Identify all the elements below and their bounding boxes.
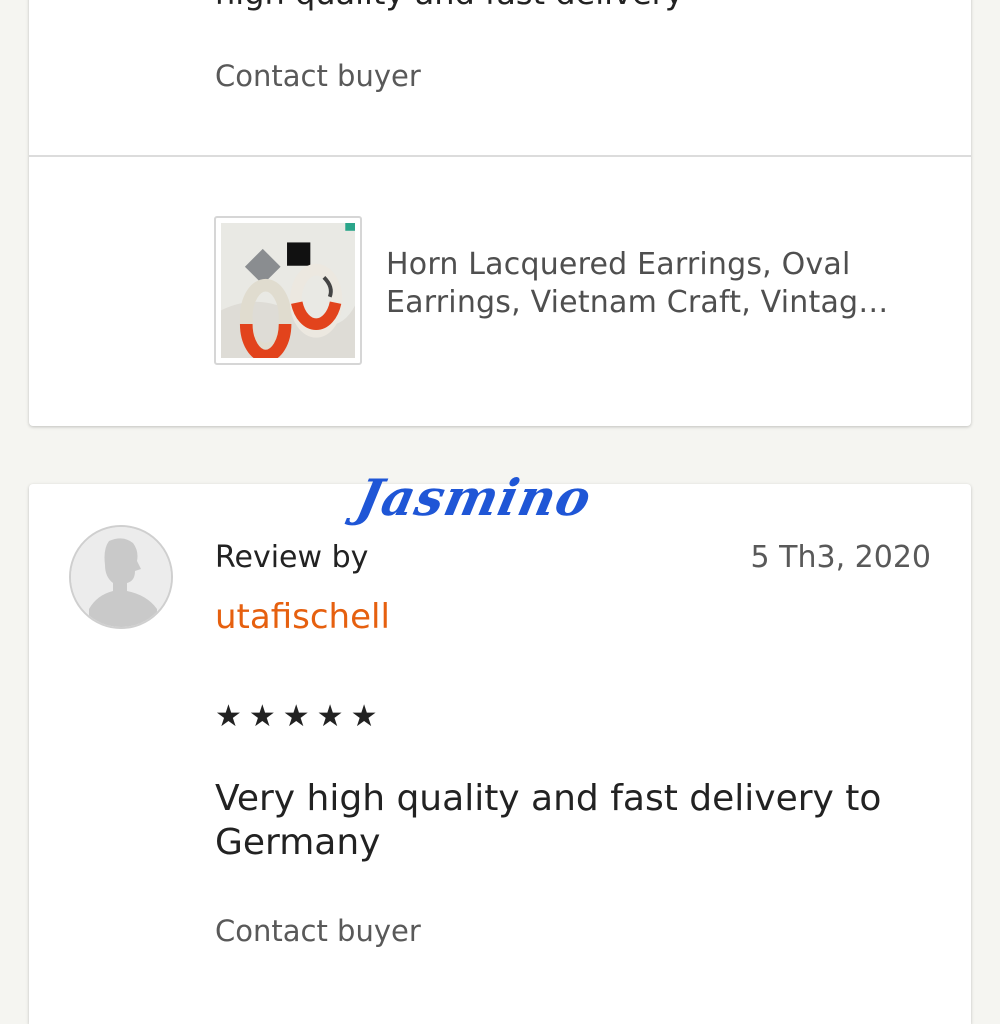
- default-user-avatar-icon: [71, 527, 171, 627]
- contact-buyer-link[interactable]: Contact buyer: [215, 914, 421, 948]
- listing-thumbnail[interactable]: [214, 216, 362, 365]
- review-card: Review by 5 Th3, 2020 utafischell ★★★★★ …: [29, 484, 971, 1024]
- card-divider: [29, 155, 971, 157]
- watermark-logo: Jasmino: [351, 468, 598, 527]
- listing-title-link[interactable]: Horn Lacquered Earrings, Oval Earrings, …: [386, 246, 926, 322]
- review-date: 5 Th3, 2020: [750, 540, 931, 575]
- star-rating: ★★★★★: [215, 699, 385, 734]
- review-by-label: Review by: [215, 540, 369, 575]
- review-text: Very high quality and fast delivery to G…: [215, 778, 882, 863]
- reviewer-name-link[interactable]: utafischell: [215, 597, 390, 637]
- previous-review-card: high quality and fast delivery Contact b…: [29, 0, 971, 426]
- previous-review-text-partial: high quality and fast delivery: [215, 0, 684, 12]
- earrings-product-image: [221, 223, 355, 358]
- contact-buyer-link[interactable]: Contact buyer: [215, 59, 421, 93]
- reviewer-avatar[interactable]: [69, 525, 173, 629]
